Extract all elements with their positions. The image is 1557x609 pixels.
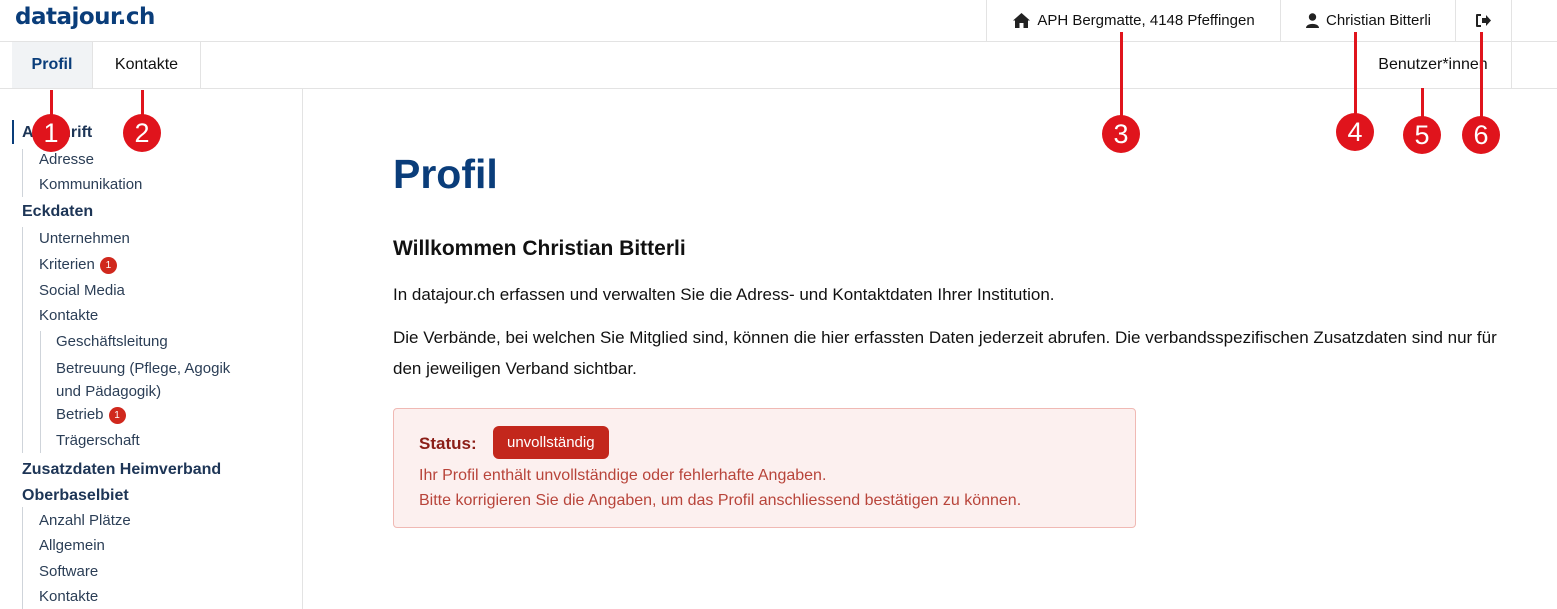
- sidebar-item-label: und Pädagogik): [56, 383, 162, 400]
- welcome-heading: Willkommen Christian Bitterli: [393, 237, 686, 260]
- sidebar-item-allgemein[interactable]: Allgemein: [39, 536, 105, 556]
- error-count-badge: 1: [99, 256, 117, 274]
- error-count-badge: 1: [108, 406, 126, 424]
- sidebar-item-software[interactable]: Software: [39, 562, 98, 582]
- status-badge: unvollständig: [493, 426, 609, 459]
- annotation-marker-6: 6: [1462, 32, 1500, 155]
- sidebar-item-social-media[interactable]: Social Media: [39, 281, 125, 301]
- sidebar-nav: Anschrift Adresse Kommunikation Eckdaten…: [0, 89, 303, 609]
- annotation-marker-4: 4: [1336, 32, 1374, 152]
- status-message: Ihr Profil enthält unvollständige oder f…: [419, 467, 827, 484]
- annotation-marker-2: 2: [123, 90, 161, 154]
- tree-line: [40, 331, 41, 453]
- institution-name: APH Bergmatte, 4148 Pfeffingen: [1037, 12, 1255, 29]
- active-indicator: [12, 120, 14, 144]
- home-icon: [1013, 13, 1031, 28]
- sidebar-item-zusatzdaten[interactable]: Zusatzdaten Heimverband Oberbaselbiet: [22, 457, 221, 509]
- annotation-marker-5: 5: [1403, 88, 1441, 155]
- sidebar-item-kontakte-2[interactable]: Kontakte: [39, 587, 98, 607]
- sidebar-item-label: Betrieb: [56, 406, 104, 423]
- sidebar-item-label: Kriterien: [39, 256, 95, 273]
- sidebar-item-kriterien[interactable]: Kriterien 1: [39, 255, 117, 275]
- sidebar-item-kontakte[interactable]: Kontakte: [39, 306, 98, 326]
- sidebar-item-geschaeftsleitung[interactable]: Geschäftsleitung: [56, 332, 168, 352]
- sidebar-item-label: Oberbaselbiet: [22, 487, 129, 504]
- tree-line: [22, 149, 23, 197]
- sidebar-item-betrieb[interactable]: Betrieb 1: [56, 405, 126, 425]
- annotation-marker-3: 3: [1102, 32, 1140, 154]
- status-label: Status:: [419, 434, 477, 453]
- logout-icon: [1476, 14, 1491, 27]
- sidebar-item-eckdaten[interactable]: Eckdaten: [22, 202, 93, 222]
- page-title: Profil: [393, 151, 498, 197]
- status-alert: Status: unvollständig Ihr Profil enthält…: [393, 408, 1136, 528]
- top-bar: datajour.ch APH Bergmatte, 4148 Pfeffing…: [0, 0, 1557, 42]
- tab-kontakte[interactable]: Kontakte: [92, 42, 201, 88]
- tree-line: [22, 507, 23, 609]
- intro-text: In datajour.ch erfassen und verwalten Si…: [393, 285, 1055, 304]
- logo[interactable]: datajour.ch: [15, 4, 155, 30]
- user-icon: [1305, 13, 1319, 28]
- tab-profil[interactable]: Profil: [12, 42, 92, 88]
- sidebar-item-kommunikation[interactable]: Kommunikation: [39, 175, 142, 195]
- annotation-marker-1: 1: [32, 90, 70, 154]
- sidebar-item-label: Zusatzdaten Heimverband: [22, 461, 222, 478]
- info-text: Die Verbände, bei welchen Sie Mitglied s…: [393, 328, 1497, 378]
- status-message: Bitte korrigieren Sie die Angaben, um da…: [419, 492, 1022, 509]
- tree-line: [22, 227, 23, 453]
- sidebar-item-label: Betreuung (Pflege, Agogik: [56, 360, 231, 377]
- tab-bar: Profil Kontakte Benutzer*innen: [0, 42, 1557, 89]
- sidebar-item-traegerschaft[interactable]: Trägerschaft: [56, 431, 140, 451]
- sidebar-item-betreuung[interactable]: Betreuung (Pflege, Agogik und Pädagogik): [56, 357, 230, 403]
- user-name: Christian Bitterli: [1325, 12, 1432, 29]
- sidebar-item-anzahl-plaetze[interactable]: Anzahl Plätze: [39, 511, 131, 531]
- sidebar-item-unternehmen[interactable]: Unternehmen: [39, 229, 130, 249]
